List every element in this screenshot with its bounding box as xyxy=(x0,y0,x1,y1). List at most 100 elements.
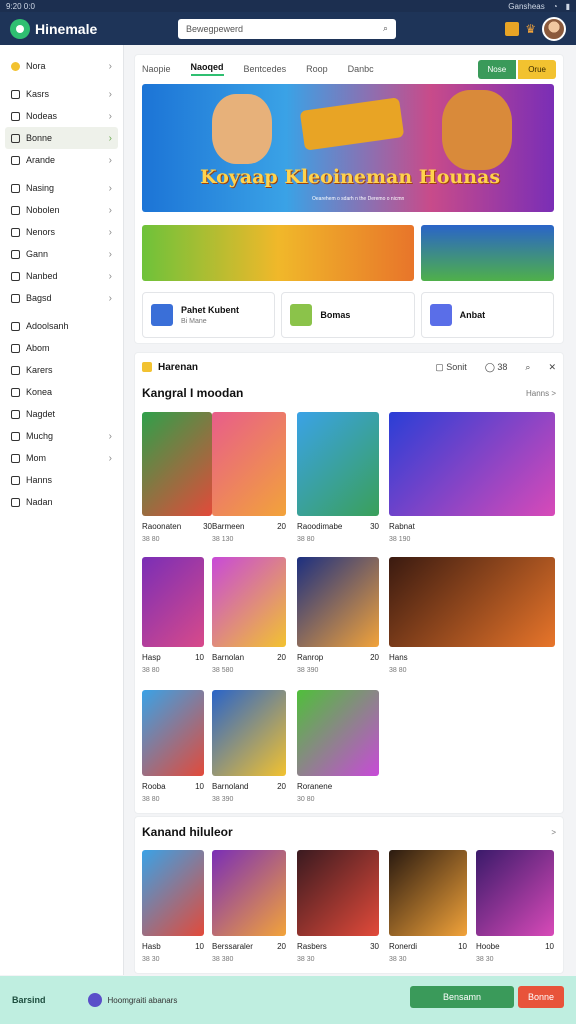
sidebar-item-4[interactable]: Arande › xyxy=(5,149,118,171)
game-tile[interactable] xyxy=(389,412,555,516)
game-tile[interactable] xyxy=(476,850,554,936)
sidebar-item-17[interactable]: Mom › xyxy=(5,447,118,469)
tab-0[interactable]: Naopie xyxy=(142,64,171,74)
sidebar-item-9[interactable]: Nanbed › xyxy=(5,265,118,287)
game-tile[interactable] xyxy=(297,557,379,647)
shortcut-card-0[interactable]: Pahet Kubent Bi Mane xyxy=(142,292,276,338)
game-meta: 38 30 xyxy=(142,956,160,963)
search-icon[interactable]: ⌕ xyxy=(383,23,388,34)
tab-action-button[interactable]: Nose xyxy=(477,59,517,79)
game-meta: 38 390 xyxy=(212,796,234,803)
game-tile[interactable] xyxy=(142,850,204,936)
game-tile[interactable] xyxy=(212,690,286,776)
game-count: 10 xyxy=(545,942,554,951)
game-tile[interactable] xyxy=(389,557,555,647)
game-tile[interactable] xyxy=(142,557,204,647)
bottom-left-label[interactable]: Barsind xyxy=(12,995,46,1005)
secondary-button[interactable]: Bonne xyxy=(518,986,564,1008)
sidebar-item-icon xyxy=(11,227,20,237)
sort-button[interactable]: ▢ Sonit xyxy=(435,362,467,373)
sidebar-item-19[interactable]: Nadan xyxy=(5,491,118,513)
game-tile[interactable] xyxy=(212,557,286,647)
shortcut-label: Anbat xyxy=(459,310,486,320)
sidebar-item-1[interactable]: Kasrs › xyxy=(5,83,118,105)
tab-3[interactable]: Roop xyxy=(306,64,328,74)
sidebar-item-label: Nanbed xyxy=(26,271,58,281)
close-icon[interactable]: ✕ xyxy=(548,362,556,373)
logo-icon xyxy=(10,18,30,39)
subheader: Kangral I moodan Hanns > xyxy=(134,382,564,404)
game-tile[interactable] xyxy=(142,412,212,516)
game-caption: Rabnat xyxy=(389,522,555,531)
tab-2[interactable]: Bentcedes xyxy=(244,64,287,74)
game-caption: Hasb 10 xyxy=(142,942,204,951)
sidebar-item-icon xyxy=(11,497,20,507)
chevron-right-icon: › xyxy=(108,226,112,238)
sidebar-item-13[interactable]: Karers xyxy=(5,359,118,381)
tab-alt-button[interactable]: Orue xyxy=(518,59,556,79)
sidebar-item-7[interactable]: Nenors › xyxy=(5,221,118,243)
game-tile[interactable] xyxy=(297,690,379,776)
chevron-right-icon: › xyxy=(108,248,112,260)
sidebar-item-2[interactable]: Nodeas › xyxy=(5,105,118,127)
tab-4[interactable]: Danbc xyxy=(348,64,374,74)
sidebar-item-11[interactable]: Adoolsanh xyxy=(5,315,118,337)
promo-strip-left[interactable] xyxy=(142,225,414,281)
see-all-link[interactable]: Hanns > xyxy=(526,389,556,398)
sidebar-item-16[interactable]: Muchg › xyxy=(5,425,118,447)
sidebar-item-label: Konea xyxy=(26,387,53,397)
search-input[interactable]: Bewegpewerd ⌕ xyxy=(178,18,396,39)
game-title: Rooba xyxy=(142,782,166,791)
sidebar-item-14[interactable]: Konea xyxy=(5,381,118,403)
chevron-right-icon: › xyxy=(108,182,112,194)
chevron-right-icon: › xyxy=(108,430,112,442)
game-tile[interactable] xyxy=(297,850,379,936)
app-logo[interactable]: Hinemale xyxy=(10,18,178,39)
subheader-2: Kanand hiluleor > xyxy=(134,816,564,848)
coin-icon[interactable] xyxy=(505,21,520,36)
game-caption: Rasbers 30 xyxy=(297,942,379,951)
shortcut-card-2[interactable]: Anbat xyxy=(420,292,554,338)
hero-banner[interactable]: Koyaap Kleoineman Hounas Oearehem o sdar… xyxy=(142,84,554,212)
game-caption: Roranene xyxy=(297,782,379,791)
sidebar-item-icon xyxy=(11,133,20,143)
sidebar-item-icon xyxy=(11,409,20,419)
game-tile[interactable] xyxy=(212,850,286,936)
sidebar-item-3[interactable]: Bonne › xyxy=(5,127,118,149)
game-tile[interactable] xyxy=(389,850,467,936)
game-caption: Berssaraler 20 xyxy=(212,942,286,951)
filter-button[interactable]: ◯ 38 xyxy=(485,362,508,373)
game-title: Raoodimabe xyxy=(297,522,343,531)
avatar[interactable] xyxy=(542,16,566,41)
tab-1[interactable]: Naoqed xyxy=(190,62,224,76)
game-count: 10 xyxy=(458,942,467,951)
game-tile[interactable] xyxy=(212,412,286,516)
banner-subtitle: Oearehem o sdarh n the Deremo o nicmn xyxy=(312,196,405,202)
bottom-mid: Hoomgraiti abanars xyxy=(87,993,177,1007)
game-caption: Ranrop 20 xyxy=(297,653,379,662)
tab-bar: Naopie Naoqed Bentcedes Roop Danbc Nose Orue xyxy=(134,54,564,84)
app-title: Hinemale xyxy=(35,20,98,37)
sidebar-item-10[interactable]: Bagsd › xyxy=(5,287,118,309)
sidebar-item-0[interactable]: Nora › xyxy=(5,55,118,77)
see-all-link-2[interactable]: > xyxy=(551,828,556,837)
game-meta: 38 130 xyxy=(212,536,234,543)
game-tile[interactable] xyxy=(297,412,379,516)
sidebar-item-15[interactable]: Nagdet xyxy=(5,403,118,425)
sidebar-item-label: Abom xyxy=(26,343,50,353)
promo-strip-right[interactable] xyxy=(421,225,554,281)
sidebar-item-6[interactable]: Nobolen › xyxy=(5,199,118,221)
shortcut-card-1[interactable]: Bomas xyxy=(281,292,415,338)
sidebar-item-12[interactable]: Abom xyxy=(5,337,118,359)
game-meta: 38 390 xyxy=(297,667,319,674)
shortcut-icon xyxy=(429,304,452,326)
primary-button[interactable]: Bensamn xyxy=(410,986,514,1008)
trophy-icon[interactable]: ♛ xyxy=(525,22,536,36)
sidebar-item-8[interactable]: Gann › xyxy=(5,243,118,265)
game-tile[interactable] xyxy=(142,690,204,776)
sidebar-item-5[interactable]: Nasing › xyxy=(5,177,118,199)
banner-character-right xyxy=(442,90,512,170)
search-icon[interactable]: ⌕ xyxy=(525,362,530,373)
bottom-bar: Barsind Hoomgraiti abanars Bensamn Bonne xyxy=(0,976,576,1024)
sidebar-item-18[interactable]: Hanns xyxy=(5,469,118,491)
